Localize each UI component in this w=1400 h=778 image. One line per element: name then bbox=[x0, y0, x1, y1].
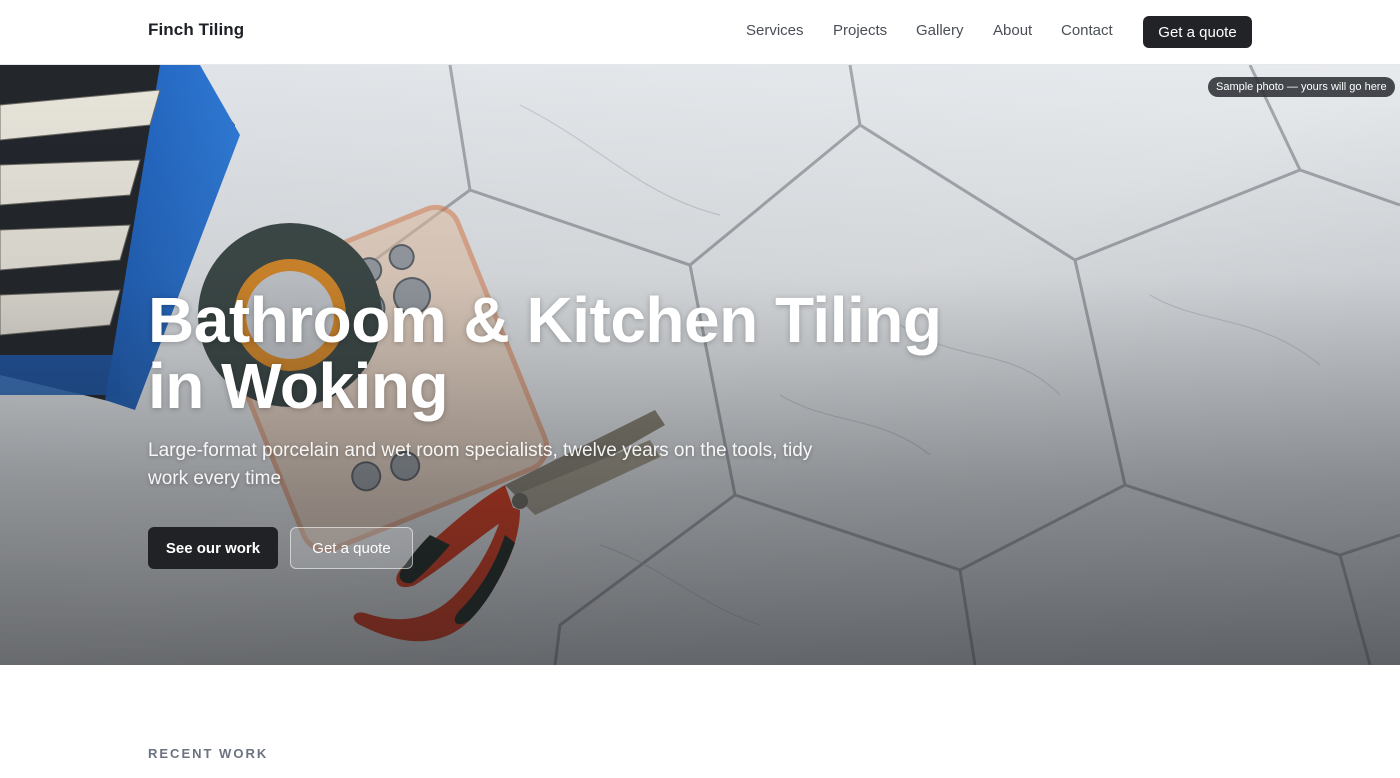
see-our-work-button[interactable]: See our work bbox=[148, 527, 278, 569]
nav-link-about[interactable]: About bbox=[993, 22, 1032, 39]
main-nav: Services Projects Gallery About Contact … bbox=[0, 0, 1400, 64]
site-header: Finch Tiling Services Projects Gallery A… bbox=[0, 0, 1400, 65]
hero-subtitle: Large-format porcelain and wet room spec… bbox=[148, 440, 813, 489]
header-quote-button[interactable]: Get a quote bbox=[1143, 16, 1252, 48]
nav-link-gallery[interactable]: Gallery bbox=[916, 22, 964, 39]
hero-title: Bathroom & Kitchen Tiling in Woking bbox=[148, 284, 942, 422]
hero-quote-button[interactable]: Get a quote bbox=[290, 527, 413, 569]
hero-section: Sample photo — yours will go here Bathro… bbox=[0, 65, 1400, 665]
sample-photo-badge: Sample photo — yours will go here bbox=[1208, 77, 1395, 97]
recent-work-label: RECENT WORK bbox=[148, 746, 269, 761]
nav-link-services[interactable]: Services bbox=[746, 22, 804, 39]
nav-link-projects[interactable]: Projects bbox=[833, 22, 887, 39]
nav-link-contact[interactable]: Contact bbox=[1061, 22, 1113, 39]
